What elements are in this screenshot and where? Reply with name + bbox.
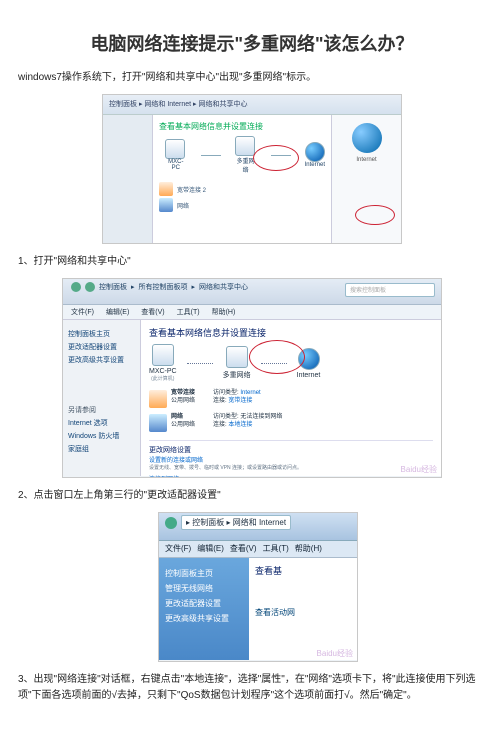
link[interactable]: 本地连接	[228, 422, 252, 428]
menu-edit[interactable]: 编辑(E)	[106, 307, 129, 317]
pc-icon	[152, 344, 174, 366]
back-icon[interactable]	[71, 282, 81, 292]
panel-heading: 查看基本网络信息并设置连接	[149, 326, 433, 339]
screenshot-3: ▸ 控制面板 ▸ 网络和 Internet 文件(F) 编辑(E) 查看(V) …	[158, 512, 358, 662]
menu-file[interactable]: 文件(F)	[165, 543, 191, 555]
step-3-text: 3、出现"网络连接"对话框，右键点击"本地连接"，选择"属性"，在"网络"选项卡…	[18, 672, 486, 704]
node-mid: 多重网络	[223, 370, 251, 380]
menu-edit[interactable]: 编辑(E)	[197, 543, 224, 555]
link-desc: 设置无线、宽带、拨号、临时或 VPN 连接；或设置路由器或访问点。	[149, 464, 433, 471]
crumb[interactable]: 所有控制面板项	[139, 282, 188, 292]
menubar[interactable]: 文件(F) 编辑(E) 查看(V) 工具(T) 帮助(H)	[159, 541, 357, 558]
side-label: Internet	[336, 157, 397, 163]
label: 连接:	[213, 422, 227, 428]
side-panel: Internet	[331, 115, 401, 243]
sidebar-share[interactable]: 更改高级共享设置	[165, 613, 243, 624]
sidebar: 控制面板主页 管理无线网络 更改适配器设置 更改高级共享设置	[159, 558, 249, 660]
multi-network-icon	[226, 346, 248, 368]
value: 无法连接到网络	[240, 414, 282, 420]
step-2-text: 2、点击窗口左上角第三行的"更改适配器设置"	[18, 488, 486, 504]
screenshot-2: 控制面板▸ 所有控制面板项▸ 网络和共享中心 搜索控制面板 文件(F) 编辑(E…	[62, 278, 442, 478]
sidebar	[103, 115, 153, 243]
sidebar-home[interactable]: 控制面板主页	[68, 329, 135, 339]
menubar[interactable]: 文件(F) 编辑(E) 查看(V) 工具(T) 帮助(H)	[63, 305, 441, 320]
sidebar-homegroup[interactable]: 家庭组	[68, 444, 135, 454]
multi-network-icon	[235, 136, 255, 156]
item-title: 宽带连接	[171, 390, 195, 396]
link-new-connection[interactable]: 设置新的连接或网络	[149, 455, 433, 464]
menu-tool[interactable]: 工具(T)	[263, 543, 289, 555]
pc-icon	[165, 139, 185, 159]
globe-icon	[352, 123, 382, 153]
link-connect[interactable]: 连接到网络	[149, 474, 433, 478]
crumb[interactable]: 网络和 Internet	[233, 518, 286, 527]
panel-heading: 查看基	[255, 564, 351, 577]
node-net: Internet	[305, 162, 325, 168]
sidebar-adapter[interactable]: 更改适配器设置	[68, 342, 135, 352]
link[interactable]: 宽带连接	[228, 398, 252, 404]
sidebar-firewall[interactable]: Windows 防火墙	[68, 431, 135, 441]
intro-text: windows7操作系统下，打开"网络和共享中心"出现"多重网络"标示。	[18, 70, 486, 86]
row-label: 网络	[177, 201, 189, 210]
highlight-circle	[249, 340, 305, 374]
row-label: 宽带连接 2	[177, 185, 206, 194]
sidebar-home[interactable]: 控制面板主页	[165, 568, 243, 579]
connection-icon	[159, 182, 173, 196]
sidebar-inet-options[interactable]: Internet 选项	[68, 418, 135, 428]
connection-icon	[149, 414, 167, 432]
node-pc-sub: (此计算机)	[149, 375, 177, 382]
menu-view[interactable]: 查看(V)	[141, 307, 164, 317]
connector	[201, 155, 221, 156]
highlight-circle	[253, 145, 299, 171]
menu-tool[interactable]: 工具(T)	[177, 307, 200, 317]
crumb[interactable]: 控制面板	[99, 282, 127, 292]
item-sub: 公用网络	[171, 398, 195, 404]
connection-icon	[149, 390, 167, 408]
crumb[interactable]: 控制面板	[192, 518, 224, 527]
panel-heading: 查看基本网络信息并设置连接	[159, 121, 325, 132]
node-net: Internet	[297, 372, 321, 379]
item-sub: 公用网络	[171, 422, 195, 428]
forward-icon[interactable]	[85, 282, 95, 292]
sidebar-also: 另请参阅	[68, 405, 135, 415]
page-title: 电脑网络连接提示"多重网络"该怎么办？	[18, 30, 486, 56]
sidebar-share[interactable]: 更改高级共享设置	[68, 355, 135, 365]
breadcrumb: 控制面板 ▸ 网络和 Internet ▸ 网络和共享中心	[103, 95, 401, 115]
screenshot-1: 控制面板 ▸ 网络和 Internet ▸ 网络和共享中心 查看基本网络信息并设…	[102, 94, 402, 244]
menu-file[interactable]: 文件(F)	[71, 307, 94, 317]
highlight-circle	[355, 205, 395, 225]
panel-sub: 查看活动网	[255, 607, 351, 618]
menu-help[interactable]: 帮助(H)	[295, 543, 322, 555]
back-icon[interactable]	[165, 517, 177, 529]
connector	[187, 363, 213, 364]
node-pc: MXC-PC	[149, 368, 177, 375]
menu-view[interactable]: 查看(V)	[230, 543, 257, 555]
label: 连接:	[213, 398, 227, 404]
item-title: 网络	[171, 414, 183, 420]
label: 访问类型:	[213, 414, 239, 420]
sidebar-adapter[interactable]: 更改适配器设置	[165, 598, 243, 609]
connection-icon	[159, 198, 173, 212]
globe-icon	[305, 142, 325, 162]
node-pc: MXC-PC	[165, 159, 187, 171]
value: Internet	[240, 390, 260, 396]
section-heading: 更改网络设置	[149, 440, 433, 455]
watermark: Baidu经验	[317, 648, 353, 659]
label: 访问类型:	[213, 390, 239, 396]
breadcrumb[interactable]: ▸ 控制面板 ▸ 网络和 Internet	[159, 513, 357, 532]
crumb[interactable]: 网络和共享中心	[199, 282, 248, 292]
sidebar-wifi[interactable]: 管理无线网络	[165, 583, 243, 594]
step-1-text: 1、打开"网络和共享中心"	[18, 254, 486, 270]
watermark: Baidu经验	[401, 464, 437, 475]
search-input[interactable]: 搜索控制面板	[345, 283, 435, 297]
menu-help[interactable]: 帮助(H)	[212, 307, 236, 317]
sidebar: 控制面板主页 更改适配器设置 更改高级共享设置 另请参阅 Internet 选项…	[63, 320, 141, 476]
